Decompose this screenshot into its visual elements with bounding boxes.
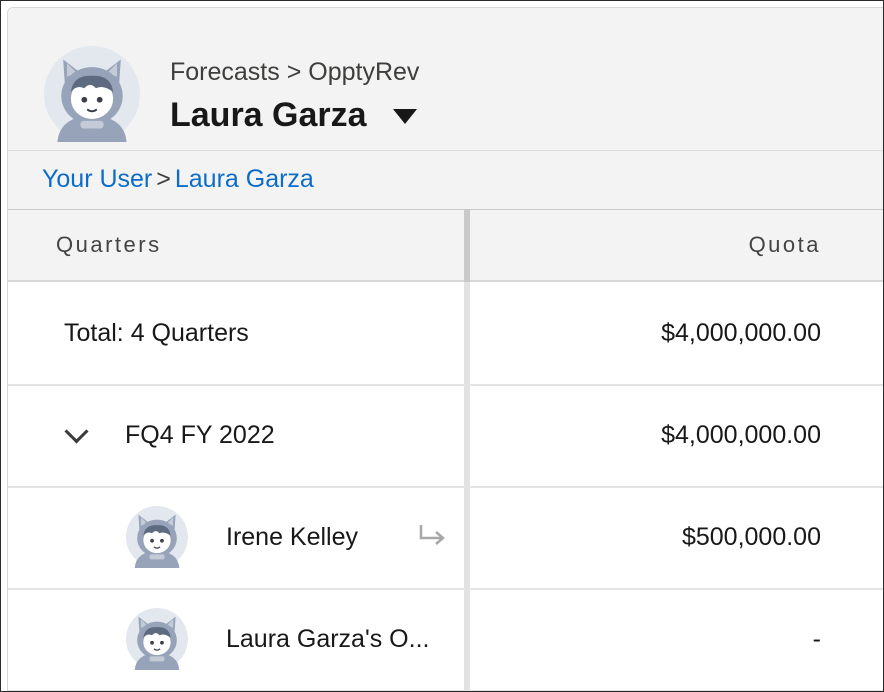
breadcrumb-separator: > [156,165,171,193]
table-header: Quarters Quota [8,210,883,282]
row-user-name[interactable]: Laura Garza's O... [226,625,442,654]
row-label: FQ4 FY 2022 [125,420,275,449]
table-row-user: Laura Garza's O... - [8,588,883,691]
chevron-down-icon[interactable] [64,418,89,444]
row-user-name[interactable]: Irene Kelley [226,523,358,552]
row-quota: $4,000,000.00 [661,420,821,449]
user-avatar-icon [44,46,140,142]
breadcrumb-your-user-link[interactable]: Your User [42,165,152,193]
table-row-quarter: FQ4 FY 2022 $4,000,000.00 [8,384,883,488]
table-row-total: Total: 4 Quarters $4,000,000.00 [8,282,883,386]
row-label: Total: 4 Quarters [64,318,249,347]
column-resize-handle[interactable] [464,210,470,282]
forecast-breadcrumb: Forecasts > OpptyRev [170,58,420,86]
row-quota: $500,000.00 [681,522,821,551]
table-row-user: Irene Kelley $500,000.00 [8,486,883,590]
forecast-table: Quarters Quota Total: 4 Quarters $4,000,… [8,210,883,691]
caret-down-icon[interactable] [392,109,417,124]
user-avatar-icon [126,608,188,670]
hierarchy-breadcrumb: Your User > Laura Garza [8,150,883,211]
row-quota: - [812,624,821,653]
screenshot-frame: Forecasts > OpptyRev Laura Garza Your Us… [0,0,884,692]
row-quota: $4,000,000.00 [661,318,821,347]
breadcrumb-current-link[interactable]: Laura Garza [175,165,314,193]
forecast-header: Forecasts > OpptyRev Laura Garza [8,8,883,150]
title-row[interactable]: Laura Garza [170,96,417,135]
delegate-arrow-icon[interactable] [418,522,448,550]
column-header-quota[interactable]: Quota [749,210,821,280]
column-header-quarters[interactable]: Quarters [56,210,162,280]
forecast-panel: Forecasts > OpptyRev Laura Garza Your Us… [7,7,883,691]
page-title: Laura Garza [170,96,367,134]
user-avatar-icon [126,506,188,568]
